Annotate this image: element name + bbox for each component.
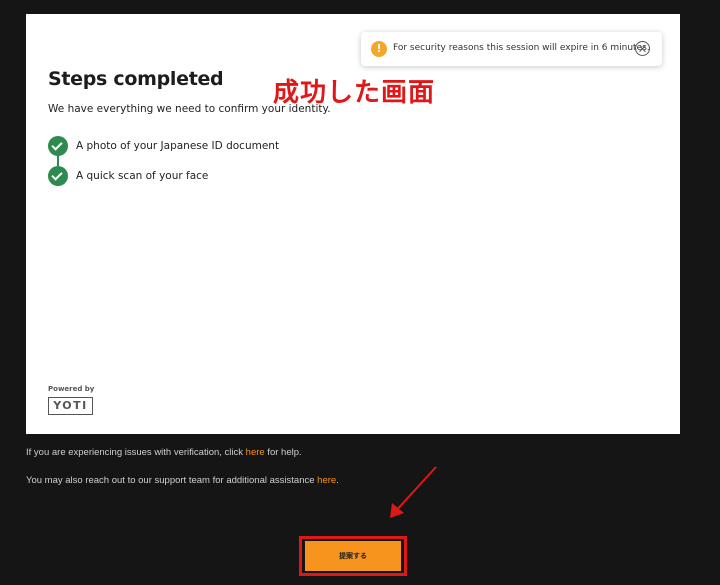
close-icon[interactable]	[635, 41, 650, 56]
support-text: You may also reach out to our support te…	[26, 475, 318, 486]
step-label: A photo of your Japanese ID document	[76, 140, 280, 152]
check-circle-icon	[48, 136, 68, 156]
help-text: for help.	[264, 447, 302, 458]
help-line-2: You may also reach out to our support te…	[26, 475, 339, 486]
submit-button[interactable]: 提案する	[305, 541, 401, 571]
help-line-1: If you are experiencing issues with veri…	[26, 447, 302, 458]
yoti-logo: YOTI	[48, 397, 93, 415]
annotation-arrow-icon	[390, 466, 437, 518]
support-text: .	[336, 475, 339, 486]
session-expiry-toast: ! For security reasons this session will…	[361, 32, 662, 66]
annotation-label: 成功した画面	[273, 78, 436, 108]
toast-text: For security reasons this session will e…	[393, 43, 650, 53]
powered-by-label: Powered by	[48, 385, 95, 393]
step-item-face-scan: A quick scan of your face	[48, 166, 208, 186]
step-label: A quick scan of your face	[76, 170, 209, 182]
help-link[interactable]: here	[246, 447, 265, 458]
check-circle-icon	[48, 166, 68, 186]
step-item-id-document: A photo of your Japanese ID document	[48, 136, 279, 156]
help-text: If you are experiencing issues with veri…	[26, 447, 246, 458]
page-title: Steps completed	[48, 68, 224, 90]
warning-icon: !	[371, 41, 387, 57]
support-link[interactable]: here	[317, 475, 336, 486]
